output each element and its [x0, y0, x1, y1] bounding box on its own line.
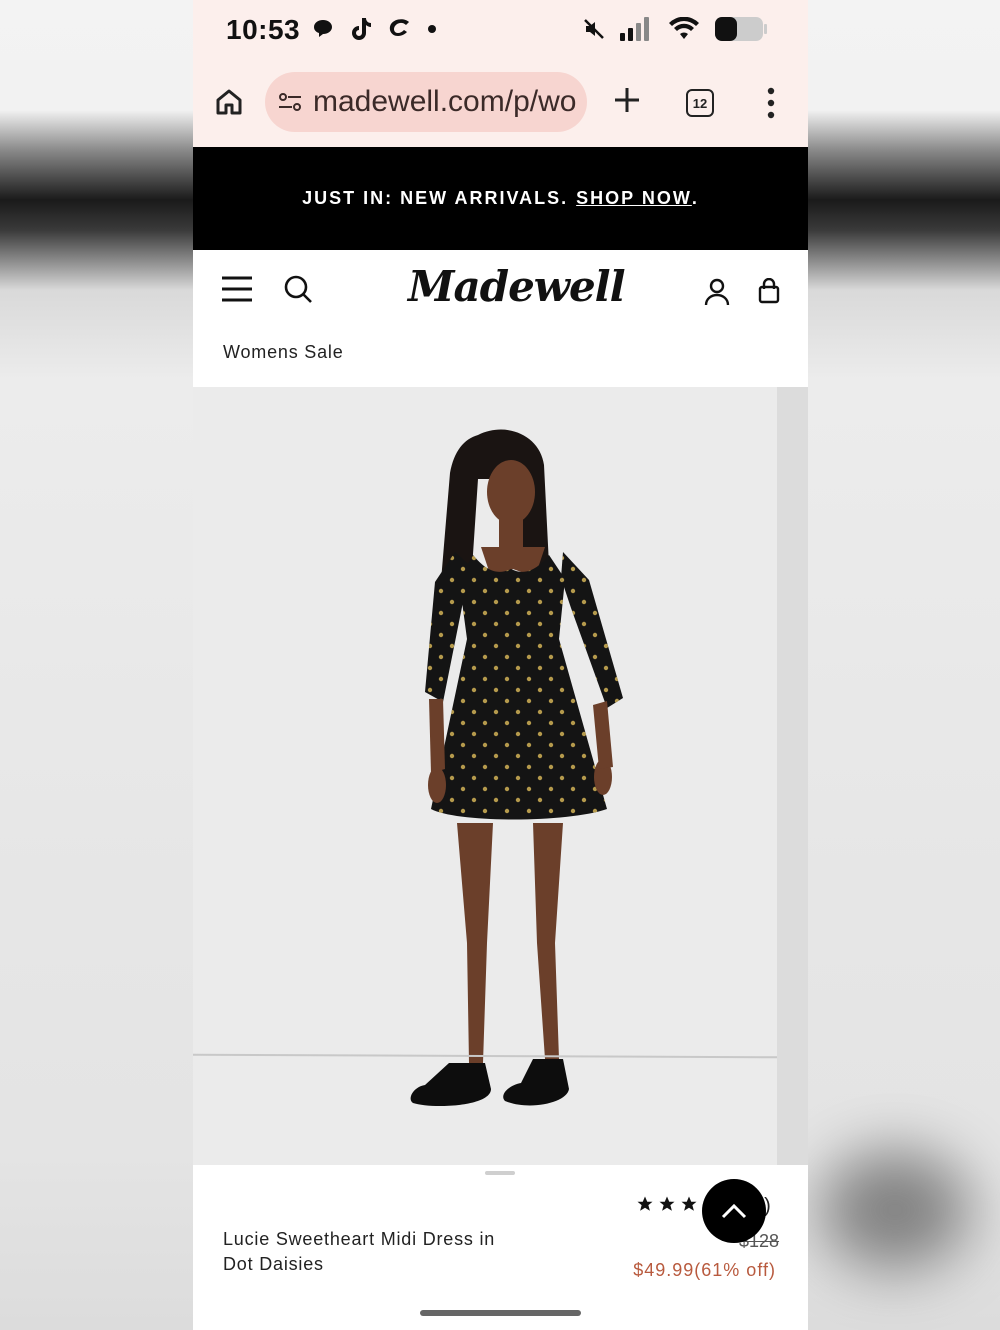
next-product-image-peek[interactable] — [777, 387, 808, 1165]
star-icon — [681, 1196, 697, 1211]
system-icons — [582, 16, 768, 42]
scroll-to-top-button[interactable] — [702, 1179, 766, 1243]
url-toolbar: madewell.com/p/wo 12 — [193, 72, 808, 134]
browser-chrome: 10:53 madewell.com/p/wo 12 — [193, 0, 808, 147]
search-icon[interactable] — [283, 274, 313, 304]
phone-screen: 10:53 madewell.com/p/wo 12 JUST IN: NEW … — [193, 0, 808, 1330]
url-text: madewell.com/p/wo — [313, 85, 577, 118]
home-icon[interactable] — [213, 86, 245, 118]
signal-icon — [620, 17, 649, 41]
breadcrumb[interactable]: Womens Sale — [223, 342, 344, 363]
tab-switcher-button[interactable]: 12 — [686, 89, 714, 117]
home-indicator[interactable] — [420, 1310, 581, 1316]
new-tab-icon[interactable] — [611, 84, 643, 116]
tab-count: 12 — [692, 95, 708, 111]
chevron-up-icon — [721, 1203, 747, 1219]
sale-price: $49.99(61% off) — [633, 1260, 776, 1280]
promo-text: JUST IN: NEW ARRIVALS. — [302, 188, 569, 208]
product-image[interactable] — [193, 387, 777, 1165]
shopping-bag-icon[interactable] — [758, 278, 780, 304]
site-header: Madewell — [193, 250, 808, 330]
star-icon — [659, 1196, 675, 1211]
rating-stars[interactable] — [636, 1195, 698, 1213]
wifi-icon — [669, 17, 699, 39]
account-icon[interactable] — [704, 278, 730, 306]
site-settings-icon[interactable] — [277, 89, 303, 115]
promo-banner: JUST IN: NEW ARRIVALS. SHOP NOW . — [193, 147, 808, 250]
notification-icons — [311, 16, 437, 42]
shop-now-link[interactable]: SHOP NOW — [576, 188, 692, 209]
madewell-logo[interactable]: Madewell — [408, 262, 626, 311]
product-info-panel: Lucie Sweetheart Midi Dress in Dot Daisi… — [193, 1165, 808, 1330]
dot-icon — [428, 25, 436, 33]
promo-suffix: . — [691, 188, 699, 208]
drag-handle[interactable] — [485, 1171, 515, 1175]
swoosh-app-icon — [389, 19, 409, 36]
product-title: Lucie Sweetheart Midi Dress in Dot Daisi… — [223, 1229, 496, 1274]
status-time: 10:53 — [226, 14, 301, 45]
muted-speaker-icon — [584, 19, 604, 39]
battery-icon — [715, 17, 767, 41]
more-options-icon[interactable] — [763, 86, 779, 120]
tiktok-icon — [352, 18, 371, 40]
address-bar[interactable]: madewell.com/p/wo — [265, 72, 587, 132]
hamburger-menu-icon[interactable] — [221, 275, 253, 303]
speech-bubble-icon — [314, 20, 332, 37]
model-figure — [410, 429, 623, 1107]
blurred-shape — [820, 1150, 970, 1270]
star-icon — [637, 1196, 653, 1211]
